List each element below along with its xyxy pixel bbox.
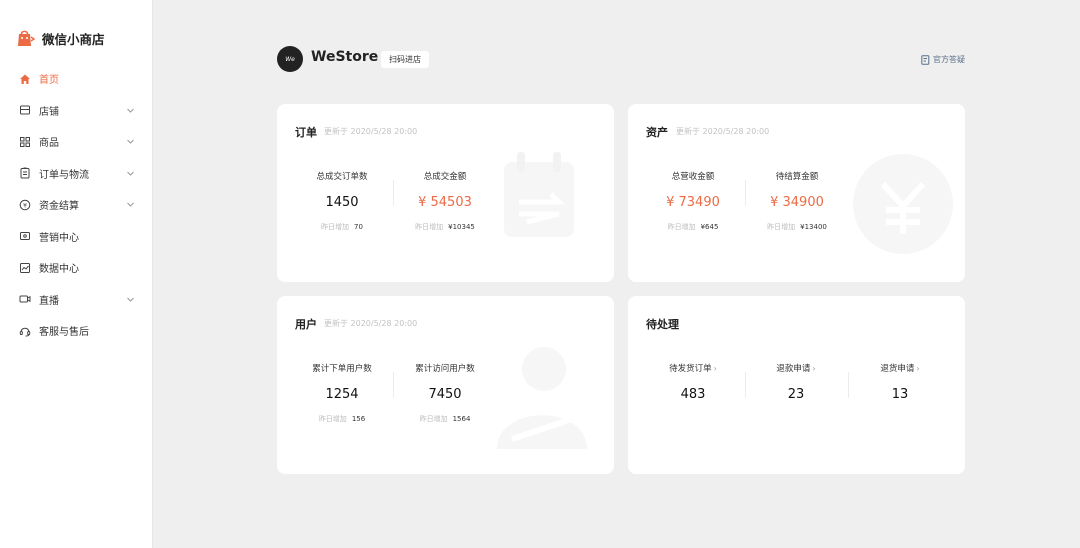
stat-value: ¥ 34900: [770, 195, 824, 210]
document-icon: [921, 50, 930, 69]
stat-value: 23: [787, 387, 805, 402]
sidebar-item-label: 订单与物流: [39, 169, 89, 181]
chevron-down-icon[interactable]: [126, 200, 135, 209]
sidebar-item-store[interactable]: 店铺: [0, 95, 153, 127]
video-icon: [19, 293, 31, 305]
sidebar-item-customer-service[interactable]: 客服与售后: [0, 315, 153, 347]
home-icon: [19, 73, 31, 85]
assets-updated: 更新于 2020/5/28 20:00: [676, 127, 770, 136]
stat-value: 7450: [428, 387, 462, 402]
sidebar-item-home[interactable]: 首页: [0, 63, 153, 95]
chevron-down-icon[interactable]: [126, 295, 135, 304]
stat-foot: 昨日增加 ¥645: [667, 223, 719, 231]
stat-label: 待结算金额: [775, 172, 819, 182]
sidebar-item-label: 商品: [39, 138, 59, 150]
sidebar-item-label: 营销中心: [39, 232, 79, 244]
assets-title: 资产: [646, 126, 668, 139]
shopping-bag-icon: [16, 28, 36, 48]
sidebar-item-label: 首页: [39, 75, 59, 87]
refund-requests[interactable]: 退款申请 › 23: [746, 362, 846, 402]
stat-foot: 昨日增加 ¥10345: [415, 223, 475, 231]
user-watermark-icon: [497, 347, 587, 449]
yen-circle-icon: ¥: [19, 199, 31, 211]
sidebar-item-label: 客服与售后: [39, 327, 89, 339]
stat-value: ¥ 54503: [418, 195, 472, 210]
calendar-watermark-icon: [504, 152, 574, 237]
sidebar: 微信小商店 首页 店铺 商品 订单与物流 ¥ 资金结算 营销中心 数据中心 直播…: [0, 0, 153, 548]
divider: [393, 180, 394, 206]
store-icon: [19, 104, 31, 116]
official-help-label: 官方答疑: [933, 54, 965, 64]
users-total-buyers: 累计下单用户数 1254 昨日增加 156: [292, 362, 392, 424]
sidebar-item-settlement[interactable]: ¥ 资金结算: [0, 189, 153, 221]
stat-label[interactable]: 退货申请 ›: [850, 362, 950, 374]
ticket-icon: [19, 230, 31, 242]
stat-value: ¥ 73490: [666, 195, 720, 210]
users-total-visitors: 累计访问用户数 7450 昨日增加 1564: [395, 362, 495, 424]
stat-foot: 昨日增加 156: [318, 415, 366, 423]
sidebar-item-label: 直播: [39, 295, 59, 307]
sidebar-item-data[interactable]: 数据中心: [0, 252, 153, 284]
assets-card: 资产 更新于 2020/5/28 20:00 总营收金额 ¥ 73490 昨日增…: [628, 104, 965, 282]
assets-pending-settlement: 待结算金额 ¥ 34900 昨日增加 ¥13400: [747, 170, 847, 232]
grid-icon: [19, 136, 31, 148]
chevron-right-icon: ›: [916, 364, 920, 373]
stat-label: 累计访问用户数: [415, 364, 475, 374]
stat-label: 总营收金额: [671, 172, 715, 182]
chevron-right-icon: ›: [812, 364, 816, 373]
stat-label[interactable]: 退款申请 ›: [746, 362, 846, 374]
sidebar-item-live[interactable]: 直播: [0, 284, 153, 316]
pending-card: 待处理 待发货订单 › 483 退款申请 › 23 退货申请 › 13: [628, 296, 965, 474]
clipboard-icon: [19, 167, 31, 179]
store-logo-text: We: [285, 55, 295, 63]
stat-label: 总成交订单数: [316, 172, 368, 182]
sidebar-item-label: 店铺: [39, 106, 59, 118]
return-requests[interactable]: 退货申请 › 13: [850, 362, 950, 402]
sidebar-item-marketing[interactable]: 营销中心: [0, 221, 153, 253]
orders-total-amount: 总成交金额 ¥ 54503 昨日增加 ¥10345: [395, 170, 495, 232]
stat-value: 13: [891, 387, 909, 402]
users-title: 用户: [295, 318, 317, 331]
stat-foot: 昨日增加 ¥13400: [767, 223, 827, 231]
stat-foot: 昨日增加 70: [321, 223, 363, 231]
sidebar-item-orders-logistics[interactable]: 订单与物流: [0, 158, 153, 190]
sidebar-item-products[interactable]: 商品: [0, 126, 153, 158]
stat-value: 483: [680, 387, 706, 402]
assets-total-revenue: 总营收金额 ¥ 73490 昨日增加 ¥645: [643, 170, 743, 232]
headset-icon: [19, 325, 31, 337]
divider: [848, 372, 849, 398]
chevron-down-icon[interactable]: [126, 106, 135, 115]
sidebar-item-label: 资金结算: [39, 201, 79, 213]
stat-value: 1254: [325, 387, 359, 402]
brand[interactable]: 微信小商店: [16, 27, 105, 49]
stat-label: 总成交金额: [423, 172, 467, 182]
official-help-link[interactable]: 官方答疑: [921, 52, 965, 66]
orders-updated: 更新于 2020/5/28 20:00: [324, 127, 418, 136]
chevron-right-icon: ›: [713, 364, 717, 373]
divider: [745, 180, 746, 206]
brand-title: 微信小商店: [42, 31, 105, 47]
users-card: 用户 更新于 2020/5/28 20:00 累计下单用户数 1254 昨日增加…: [277, 296, 614, 474]
svg-text:¥: ¥: [23, 202, 27, 209]
chart-icon: [19, 262, 31, 274]
yen-watermark-icon: [853, 154, 953, 254]
sidebar-nav: 首页 店铺 商品 订单与物流 ¥ 资金结算 营销中心 数据中心 直播 客服与售后: [0, 63, 153, 347]
pending-shipment-orders[interactable]: 待发货订单 › 483: [643, 362, 743, 402]
sidebar-item-label: 数据中心: [39, 264, 79, 276]
scan-to-store-button[interactable]: 扫码进店: [381, 51, 429, 68]
stat-value: 1450: [325, 195, 359, 210]
store-name: WeStore: [311, 49, 379, 65]
chevron-down-icon[interactable]: [126, 169, 135, 178]
chevron-down-icon[interactable]: [126, 137, 135, 146]
orders-card: 订单 更新于 2020/5/28 20:00 总成交订单数 1450 昨日增加 7…: [277, 104, 614, 282]
orders-title: 订单: [295, 126, 317, 139]
users-updated: 更新于 2020/5/28 20:00: [324, 319, 418, 328]
store-logo: We: [277, 46, 303, 72]
pending-title: 待处理: [646, 318, 679, 331]
divider: [393, 372, 394, 398]
stat-label: 累计下单用户数: [312, 364, 372, 374]
stat-foot: 昨日增加 1564: [419, 415, 471, 423]
stat-label[interactable]: 待发货订单 ›: [643, 362, 743, 374]
orders-total-count: 总成交订单数 1450 昨日增加 70: [292, 170, 392, 232]
